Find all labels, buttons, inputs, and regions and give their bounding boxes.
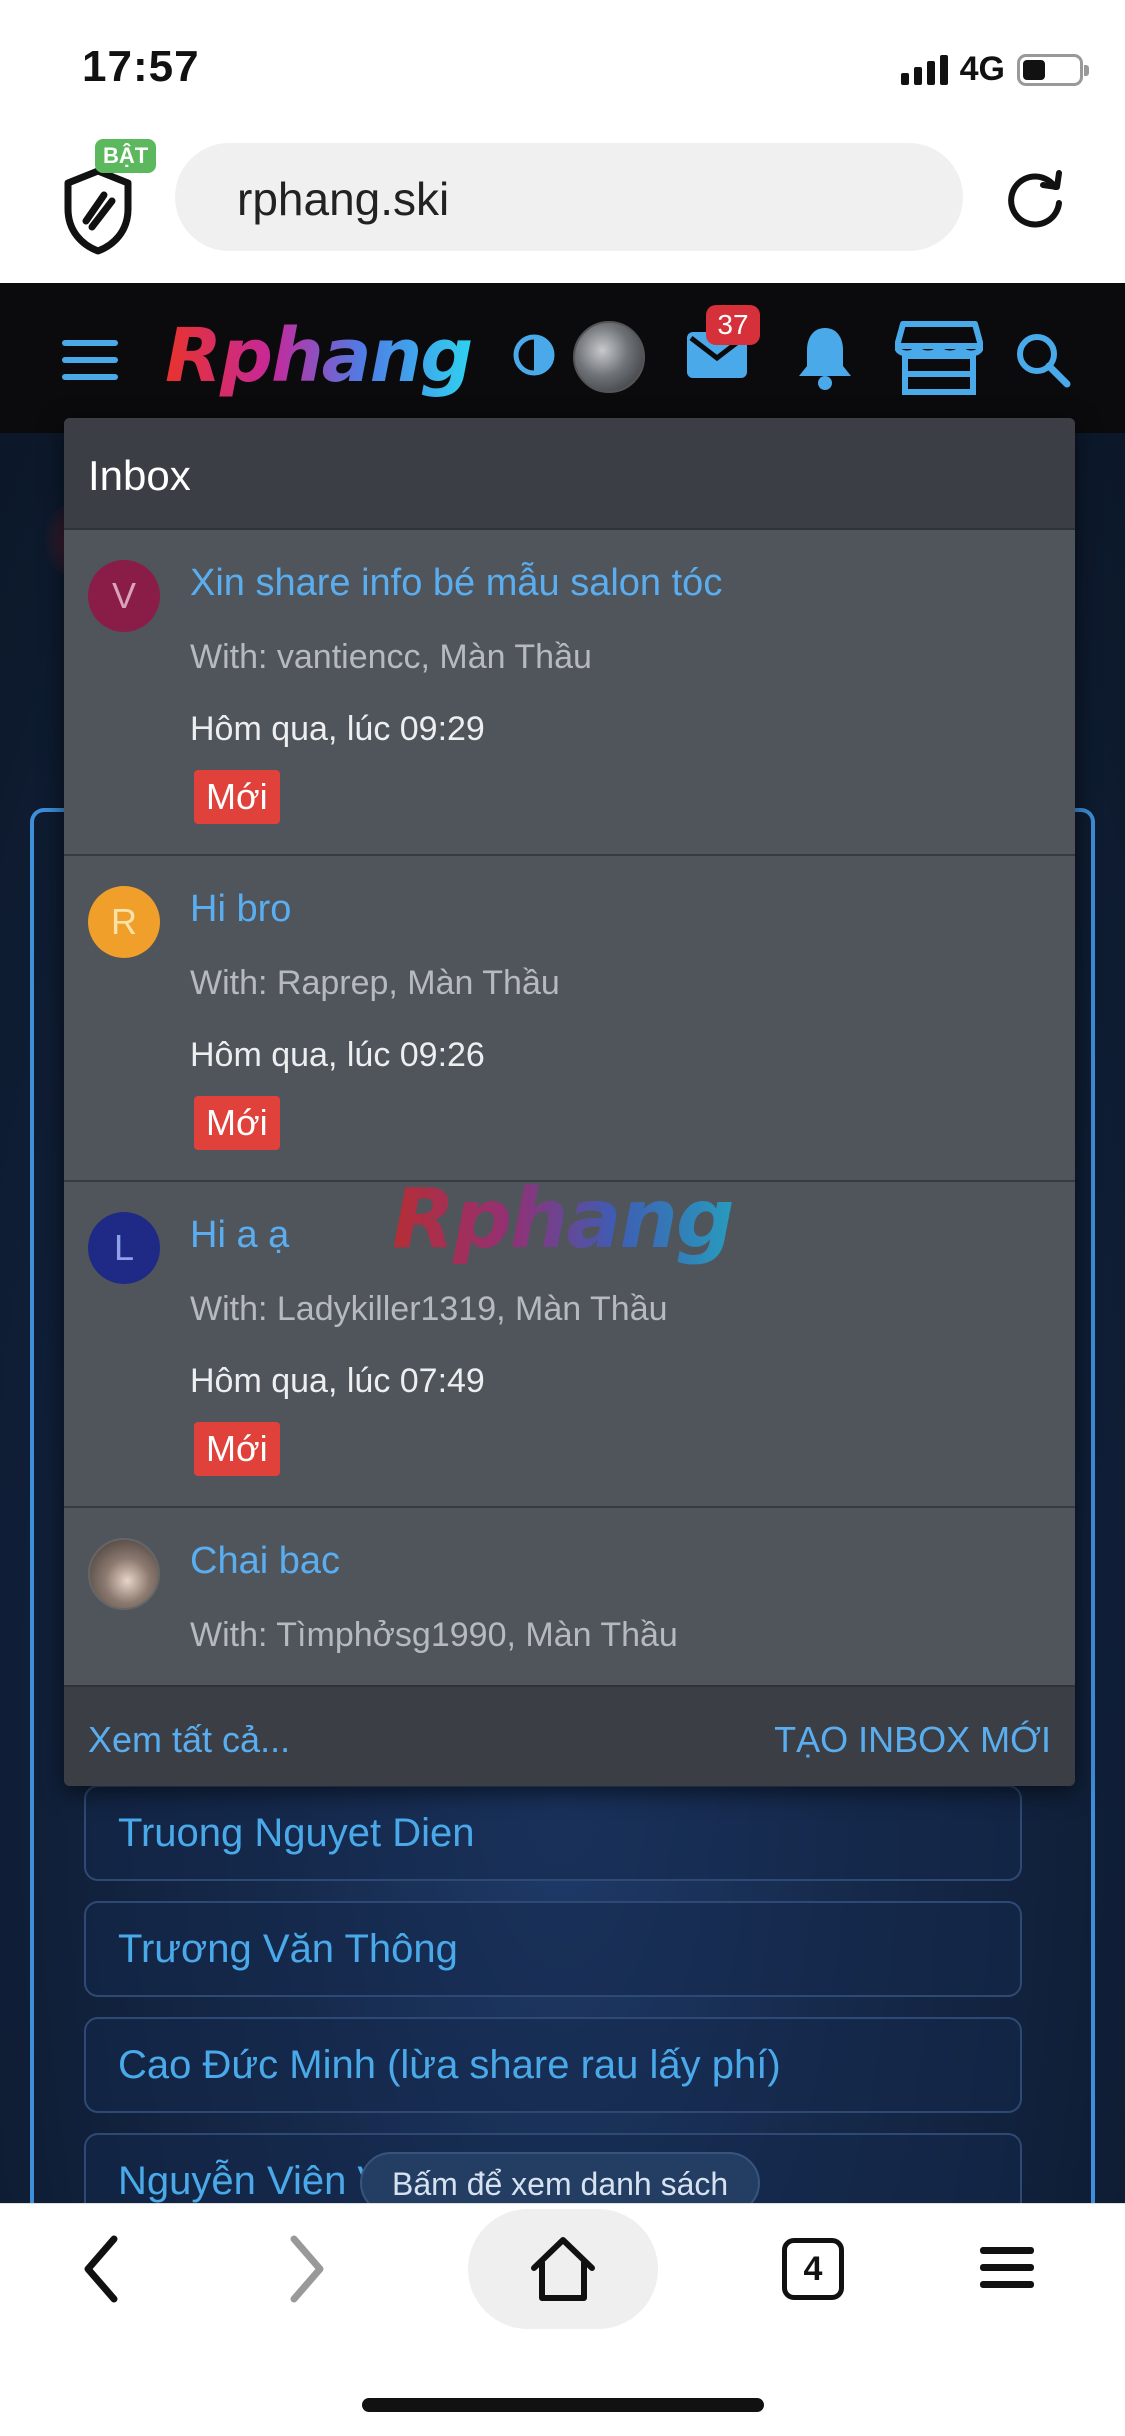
conversation-item[interactable]: V Xin share info bé mẫu salon tóc With: …	[64, 530, 1075, 856]
conversation-participants: With: Raprep, Màn Thầu	[190, 964, 560, 1002]
inbox-list: V Xin share info bé mẫu salon tóc With: …	[64, 530, 1075, 1685]
network-label: 4G	[959, 50, 1005, 88]
avatar[interactable]: V	[88, 560, 160, 632]
conversation-item[interactable]: Chai bac With: Tìmphởsg1990, Màn Thầu	[64, 1508, 1075, 1685]
browser-menu-icon[interactable]	[978, 2243, 1036, 2293]
conversation-title[interactable]: Hi bro	[190, 888, 291, 931]
site-logo[interactable]: Rphang	[165, 313, 473, 399]
signal-icon	[900, 54, 948, 85]
shield-icon[interactable]	[58, 165, 138, 255]
battery-icon	[1017, 53, 1089, 86]
status-time: 17:57	[82, 42, 200, 91]
conversation-time: Hôm qua, lúc 09:26	[190, 1036, 485, 1074]
list-item[interactable]: Truong Nguyet Dien	[84, 1785, 1022, 1881]
menu-icon[interactable]	[62, 340, 118, 380]
store-icon[interactable]	[895, 318, 983, 396]
status-bar: 17:57 4G	[0, 0, 1125, 135]
conversation-participants: With: Tìmphởsg1990, Màn Thầu	[190, 1616, 678, 1654]
conversation-participants: With: vantiencc, Màn Thầu	[190, 638, 592, 676]
reload-icon[interactable]	[1003, 165, 1069, 231]
new-badge: Mới	[194, 1096, 280, 1150]
new-inbox-button[interactable]: TẠO INBOX MỚI	[774, 1719, 1051, 1761]
avatar[interactable]: R	[88, 886, 160, 958]
home-indicator	[362, 2398, 764, 2412]
conversation-participants: With: Ladykiller1319, Màn Thầu	[190, 1290, 668, 1328]
conversation-title[interactable]: Hi a ạ	[190, 1214, 289, 1257]
list-item[interactable]: Trương Văn Thông	[84, 1901, 1022, 1997]
theme-toggle-icon[interactable]	[512, 333, 556, 377]
conversation-title[interactable]: Chai bac	[190, 1540, 340, 1583]
user-avatar[interactable]	[573, 321, 645, 393]
search-icon[interactable]	[1013, 330, 1071, 388]
conversation-title[interactable]: Xin share info bé mẫu salon tóc	[190, 562, 722, 605]
conversation-time: Hôm qua, lúc 09:29	[190, 710, 485, 748]
new-badge: Mới	[194, 1422, 280, 1476]
conversation-item[interactable]: R Hi bro With: Raprep, Màn Thầu Hôm qua,…	[64, 856, 1075, 1182]
see-all-link[interactable]: Xem tất cả...	[88, 1719, 290, 1761]
mail-count-badge: 37	[706, 305, 760, 345]
avatar[interactable]	[88, 1538, 160, 1610]
list-item[interactable]: Cao Đức Minh (lừa share rau lấy phí)	[84, 2017, 1022, 2113]
inbox-title: Inbox	[88, 452, 191, 499]
back-icon[interactable]	[78, 2229, 122, 2309]
avatar[interactable]: L	[88, 1212, 160, 1284]
inbox-footer: Xem tất cả... TẠO INBOX MỚI	[64, 1685, 1075, 1786]
url-text[interactable]: rphang.ski	[237, 172, 449, 226]
conversation-time: Hôm qua, lúc 07:49	[190, 1362, 485, 1400]
home-icon[interactable]	[528, 2234, 598, 2304]
status-indicators: 4G	[900, 50, 1089, 89]
inbox-dropdown: Inbox V Xin share info bé mẫu salon tóc …	[64, 418, 1075, 1786]
new-badge: Mới	[194, 770, 280, 824]
bell-icon[interactable]	[795, 322, 855, 392]
shield-status-badge: BẬT	[95, 139, 157, 173]
inbox-header: Inbox	[64, 418, 1075, 530]
watermark-logo: Rphang	[392, 1172, 735, 1267]
forward-icon[interactable]	[286, 2229, 330, 2309]
tabs-count-button[interactable]: 4	[782, 2238, 844, 2300]
